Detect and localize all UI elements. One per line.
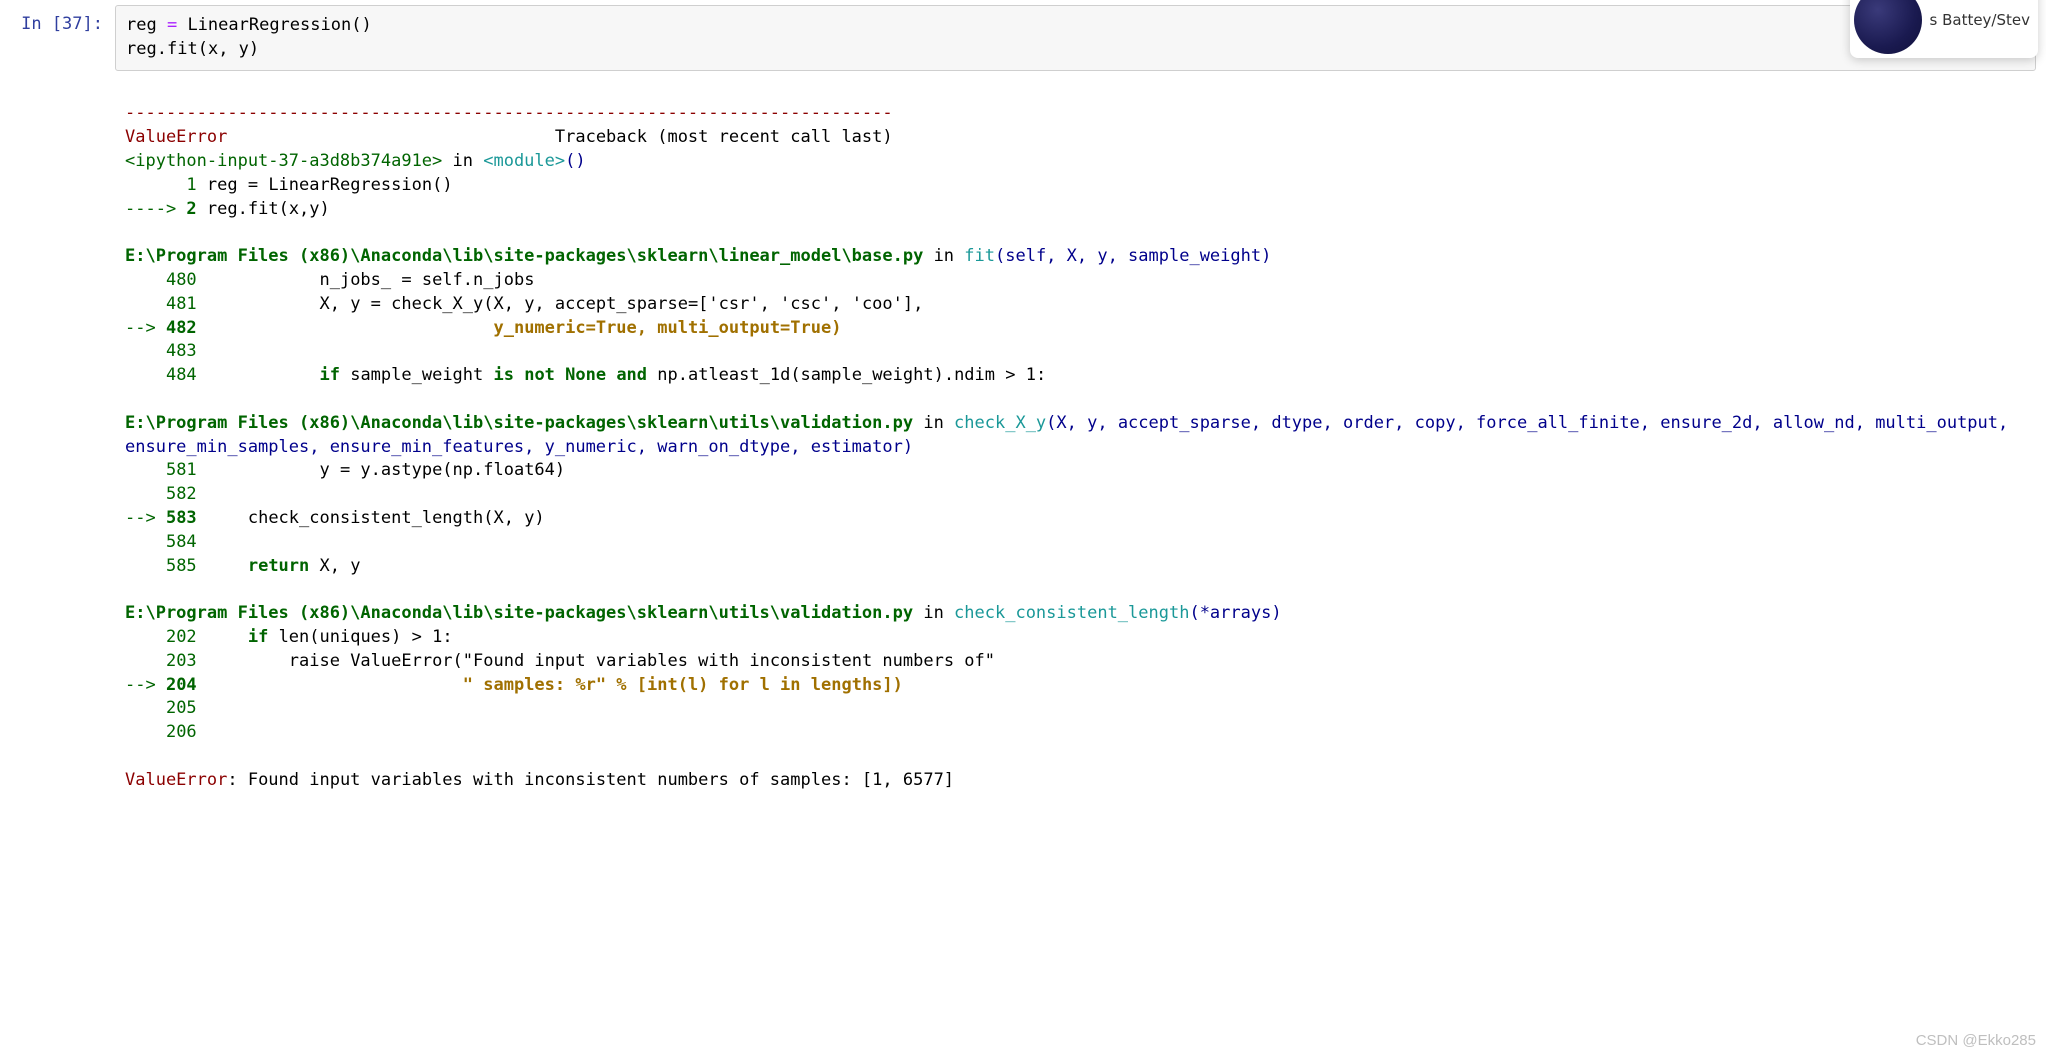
- line-203: 203: [125, 651, 197, 671]
- module-tag: <module>: [483, 151, 565, 171]
- line-482-arrow: -->: [125, 318, 166, 338]
- final-error-name: ValueError: [125, 770, 227, 790]
- csdn-watermark: CSDN @Ekko285: [1916, 1030, 2036, 1051]
- line-205: 205: [125, 698, 207, 718]
- line-1-number: 1: [125, 175, 197, 195]
- frame-3-func: check_consistent_length: [954, 603, 1189, 623]
- line-583-arrow: -->: [125, 508, 166, 528]
- frame-2-func: check_X_y: [954, 413, 1046, 433]
- final-error-message: : Found input variables with inconsisten…: [227, 770, 954, 790]
- code-input[interactable]: reg = LinearRegression() reg.fit(x, y): [115, 5, 2036, 71]
- code-line-1: reg = LinearRegression(): [126, 15, 372, 35]
- line-481: 481: [125, 294, 197, 314]
- input-prompt: In [37]:: [10, 5, 115, 37]
- input-cell: In [37]: reg = LinearRegression() reg.fi…: [10, 5, 2036, 71]
- ipython-location: <ipython-input-37-a3d8b374a91e>: [125, 151, 442, 171]
- traceback-output: ----------------------------------------…: [115, 71, 2036, 825]
- frame-3-path: E:\Program Files (x86)\Anaconda\lib\site…: [125, 603, 913, 623]
- line-483: 483: [125, 341, 207, 361]
- prompt-text: In [37]:: [21, 14, 103, 34]
- line-480: 480: [125, 270, 197, 290]
- line-582: 582: [125, 484, 207, 504]
- frame-2-path: E:\Program Files (x86)\Anaconda\lib\site…: [125, 413, 913, 433]
- line-581: 581: [125, 460, 197, 480]
- line-206: 206: [125, 722, 207, 742]
- code-line-2: reg.fit(x, y): [126, 39, 259, 59]
- frame-1-path: E:\Program Files (x86)\Anaconda\lib\site…: [125, 246, 923, 266]
- line-2-arrow: ---->: [125, 199, 186, 219]
- traceback-label: Traceback (most recent call last): [555, 127, 893, 147]
- line-484: 484: [125, 365, 319, 385]
- avatar-name: s Battey/Stev: [1930, 10, 2031, 31]
- line-204-arrow: -->: [125, 675, 166, 695]
- separator: ----------------------------------------…: [125, 103, 893, 123]
- frame-1-func: fit: [964, 246, 995, 266]
- line-202: 202: [125, 627, 248, 647]
- line-585: 585: [125, 556, 248, 576]
- avatar-circle: [1854, 0, 1922, 54]
- error-name: ValueError: [125, 127, 227, 147]
- line-584: 584: [125, 532, 207, 552]
- profile-overlay[interactable]: s Battey/Stev: [1850, 0, 2039, 58]
